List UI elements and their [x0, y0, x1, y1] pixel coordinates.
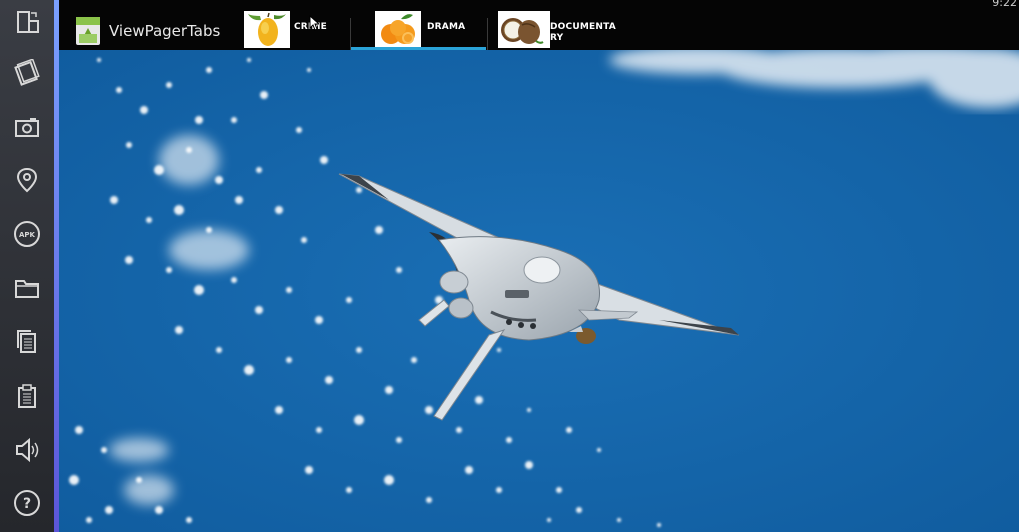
- camera-icon: [15, 118, 39, 137]
- folder-icon: [15, 280, 39, 298]
- apk-button[interactable]: APK: [4, 211, 50, 257]
- tab-drama-label: DRAMA: [427, 22, 466, 32]
- location-icon: [16, 167, 38, 193]
- shake-button[interactable]: [4, 50, 50, 96]
- camera-button[interactable]: [4, 104, 50, 150]
- rotate-button[interactable]: [4, 0, 50, 46]
- coconut-thumbnail: [498, 11, 550, 48]
- location-button[interactable]: [4, 157, 50, 203]
- coconut-icon: [498, 11, 544, 48]
- paste-button[interactable]: [4, 373, 50, 419]
- apk-icon: APK: [14, 221, 40, 247]
- rotate-icon: [17, 11, 39, 33]
- tab-documentary[interactable]: DOCUMENTA RY: [498, 0, 618, 50]
- tab-documentary-label: DOCUMENTA RY: [550, 22, 616, 43]
- help-icon: ?: [14, 490, 40, 516]
- emulator-toolbar: APK ?: [0, 0, 55, 532]
- svg-text:?: ?: [23, 496, 31, 512]
- app-title: ViewPagerTabs: [109, 22, 221, 40]
- app-icon[interactable]: [75, 16, 101, 46]
- tab-drama[interactable]: DRAMA: [351, 0, 486, 50]
- svg-text:APK: APK: [19, 231, 36, 239]
- folder-button[interactable]: [4, 265, 50, 311]
- help-button[interactable]: ?: [4, 480, 50, 526]
- status-clock: 9:22: [992, 0, 1017, 9]
- shake-icon: [14, 59, 40, 86]
- tab-crime[interactable]: CRIME: [244, 0, 348, 50]
- mouse-cursor: [309, 15, 319, 31]
- orange-thumbnail: [375, 11, 421, 48]
- shuttle-photo: [59, 50, 1019, 532]
- volume-button[interactable]: [4, 427, 50, 473]
- copy-icon: [17, 330, 36, 353]
- pager-content-image[interactable]: [59, 50, 1019, 532]
- android-app-icon: [76, 17, 100, 45]
- mango-thumbnail: [244, 11, 290, 48]
- paste-icon: [18, 384, 36, 408]
- action-bar: 9:22 ViewPagerTabs CRIME: [59, 0, 1019, 50]
- copy-button[interactable]: [4, 319, 50, 365]
- tab-divider: [487, 18, 488, 50]
- mango-icon: [244, 11, 290, 48]
- volume-icon: [16, 437, 39, 463]
- orange-icon: [375, 11, 421, 48]
